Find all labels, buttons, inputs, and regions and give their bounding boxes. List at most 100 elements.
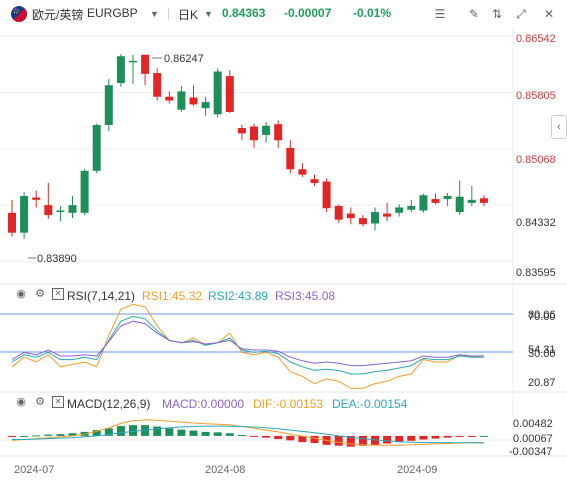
candle-body: [44, 205, 53, 216]
rsi-legend: ◉ ⚙ ✕ RSI(7,14,21) RSI1:45.32 RSI2:43.89…: [0, 285, 567, 307]
macd-bar: [443, 435, 452, 438]
macd-bar: [153, 426, 162, 436]
rsi-axis-tick: 20.87: [528, 377, 556, 389]
candle-body: [479, 198, 488, 203]
candle-body: [371, 212, 379, 224]
macd-bar: [189, 430, 198, 436]
candle-body: [467, 199, 476, 203]
candle-body: [68, 205, 77, 213]
candle-body: [80, 170, 89, 213]
macd-bar: [177, 429, 186, 436]
macd-value: MACD:0.00000: [162, 397, 245, 411]
macd-bar: [419, 435, 428, 440]
macd-bar: [262, 435, 271, 438]
candle-body: [116, 56, 125, 83]
candle-body: [322, 181, 331, 209]
high-annotation: 0.86247: [164, 53, 204, 65]
candle-body: [189, 97, 198, 105]
dif-value: DIF:-0.00153: [253, 397, 324, 411]
macd-bar: [455, 435, 464, 437]
macd-bar: [8, 435, 16, 437]
price-tick: 0.85068: [516, 154, 556, 166]
collapse-panel-icon[interactable]: ‹: [551, 115, 567, 139]
candle-body: [443, 196, 452, 200]
macd-bar: [310, 435, 319, 444]
macd-bar: [56, 434, 65, 436]
candle-body: [383, 213, 392, 217]
price-tick: 0.83595: [516, 267, 556, 279]
macd-bar: [116, 426, 125, 436]
eye-icon[interactable]: ◉: [15, 396, 27, 408]
macd-legend: ◉ ⚙ ✕ MACD(12,26,9) MACD:0.00000 DIF:-0.…: [0, 393, 567, 415]
candle-body: [141, 54, 150, 74]
macd-bar: [20, 435, 29, 437]
candle-body: [20, 196, 29, 233]
candle-body: [201, 102, 210, 109]
macd-bar: [250, 435, 258, 437]
macd-bar: [201, 431, 210, 436]
macd-bar: [129, 425, 137, 436]
rsi-axis-tick: 30.00: [528, 348, 556, 360]
rsi3-value: RSI3:45.08: [275, 289, 336, 303]
candle-body: [92, 124, 101, 171]
macd-bar: [431, 435, 440, 439]
rsi-title: RSI(7,14,21): [67, 289, 136, 303]
macd-bar: [44, 434, 53, 436]
dea-value: DEA:-0.00154: [332, 397, 408, 411]
candle-body: [32, 197, 41, 200]
macd-bar: [274, 435, 283, 440]
candle-body: [407, 205, 416, 210]
macd-bar: [467, 435, 476, 437]
candle-body: [334, 205, 343, 220]
price-tick: 0.84332: [516, 217, 556, 229]
macd-axis-tick: 0.00067: [513, 433, 553, 445]
candle-body: [395, 207, 404, 213]
time-tick: 2024-07: [14, 464, 54, 476]
candle-body: [310, 179, 319, 184]
rsi1-value: RSI1:45.32: [142, 289, 203, 303]
macd-bar: [479, 435, 488, 437]
macd-bar: [383, 435, 392, 444]
candle-body: [419, 195, 428, 211]
macd-bar: [334, 435, 343, 446]
candle-body: [165, 96, 174, 101]
candle-body: [298, 169, 307, 175]
rsi2-line: [11, 315, 484, 375]
candle-body: [213, 71, 222, 115]
candle-body: [431, 199, 440, 203]
price-tick: 0.85805: [516, 90, 556, 102]
candle-body: [237, 128, 246, 134]
candle-body: [225, 76, 234, 112]
rsi1-line: [11, 303, 484, 389]
candle-body: [153, 73, 162, 97]
candle-body: [177, 91, 186, 110]
rsi3-line: [11, 320, 484, 367]
low-annotation: 0.83890: [37, 253, 77, 265]
candle-body: [274, 124, 283, 141]
settings-icon[interactable]: ⚙: [34, 288, 46, 300]
time-tick: 2024-09: [397, 464, 437, 476]
rsi2-value: RSI2:43.89: [208, 289, 269, 303]
close-indicator-icon[interactable]: ✕: [52, 288, 64, 300]
rsi-axis-tick: 70.00: [528, 311, 556, 323]
macd-axis-tick: 0.00482: [513, 418, 553, 430]
eye-icon[interactable]: ◉: [15, 288, 27, 300]
settings-icon[interactable]: ⚙: [34, 396, 46, 408]
time-tick: 2024-08: [205, 464, 245, 476]
candle-body: [346, 213, 355, 219]
price-tick: 0.86542: [516, 33, 556, 45]
close-indicator-icon[interactable]: ✕: [52, 396, 64, 408]
candle-body: [104, 85, 113, 125]
macd-axis-tick: -0.00347: [509, 446, 552, 458]
macd-bar: [286, 435, 295, 441]
candle-body: [286, 147, 295, 170]
candle-body: [250, 126, 258, 141]
macd-bar: [225, 433, 234, 436]
candle-body: [56, 210, 65, 213]
macd-bar: [407, 435, 416, 441]
macd-bar: [165, 428, 174, 436]
candle-body: [8, 212, 16, 233]
macd-bar: [237, 435, 246, 437]
candle-body: [358, 218, 367, 225]
candle-body: [455, 196, 464, 213]
